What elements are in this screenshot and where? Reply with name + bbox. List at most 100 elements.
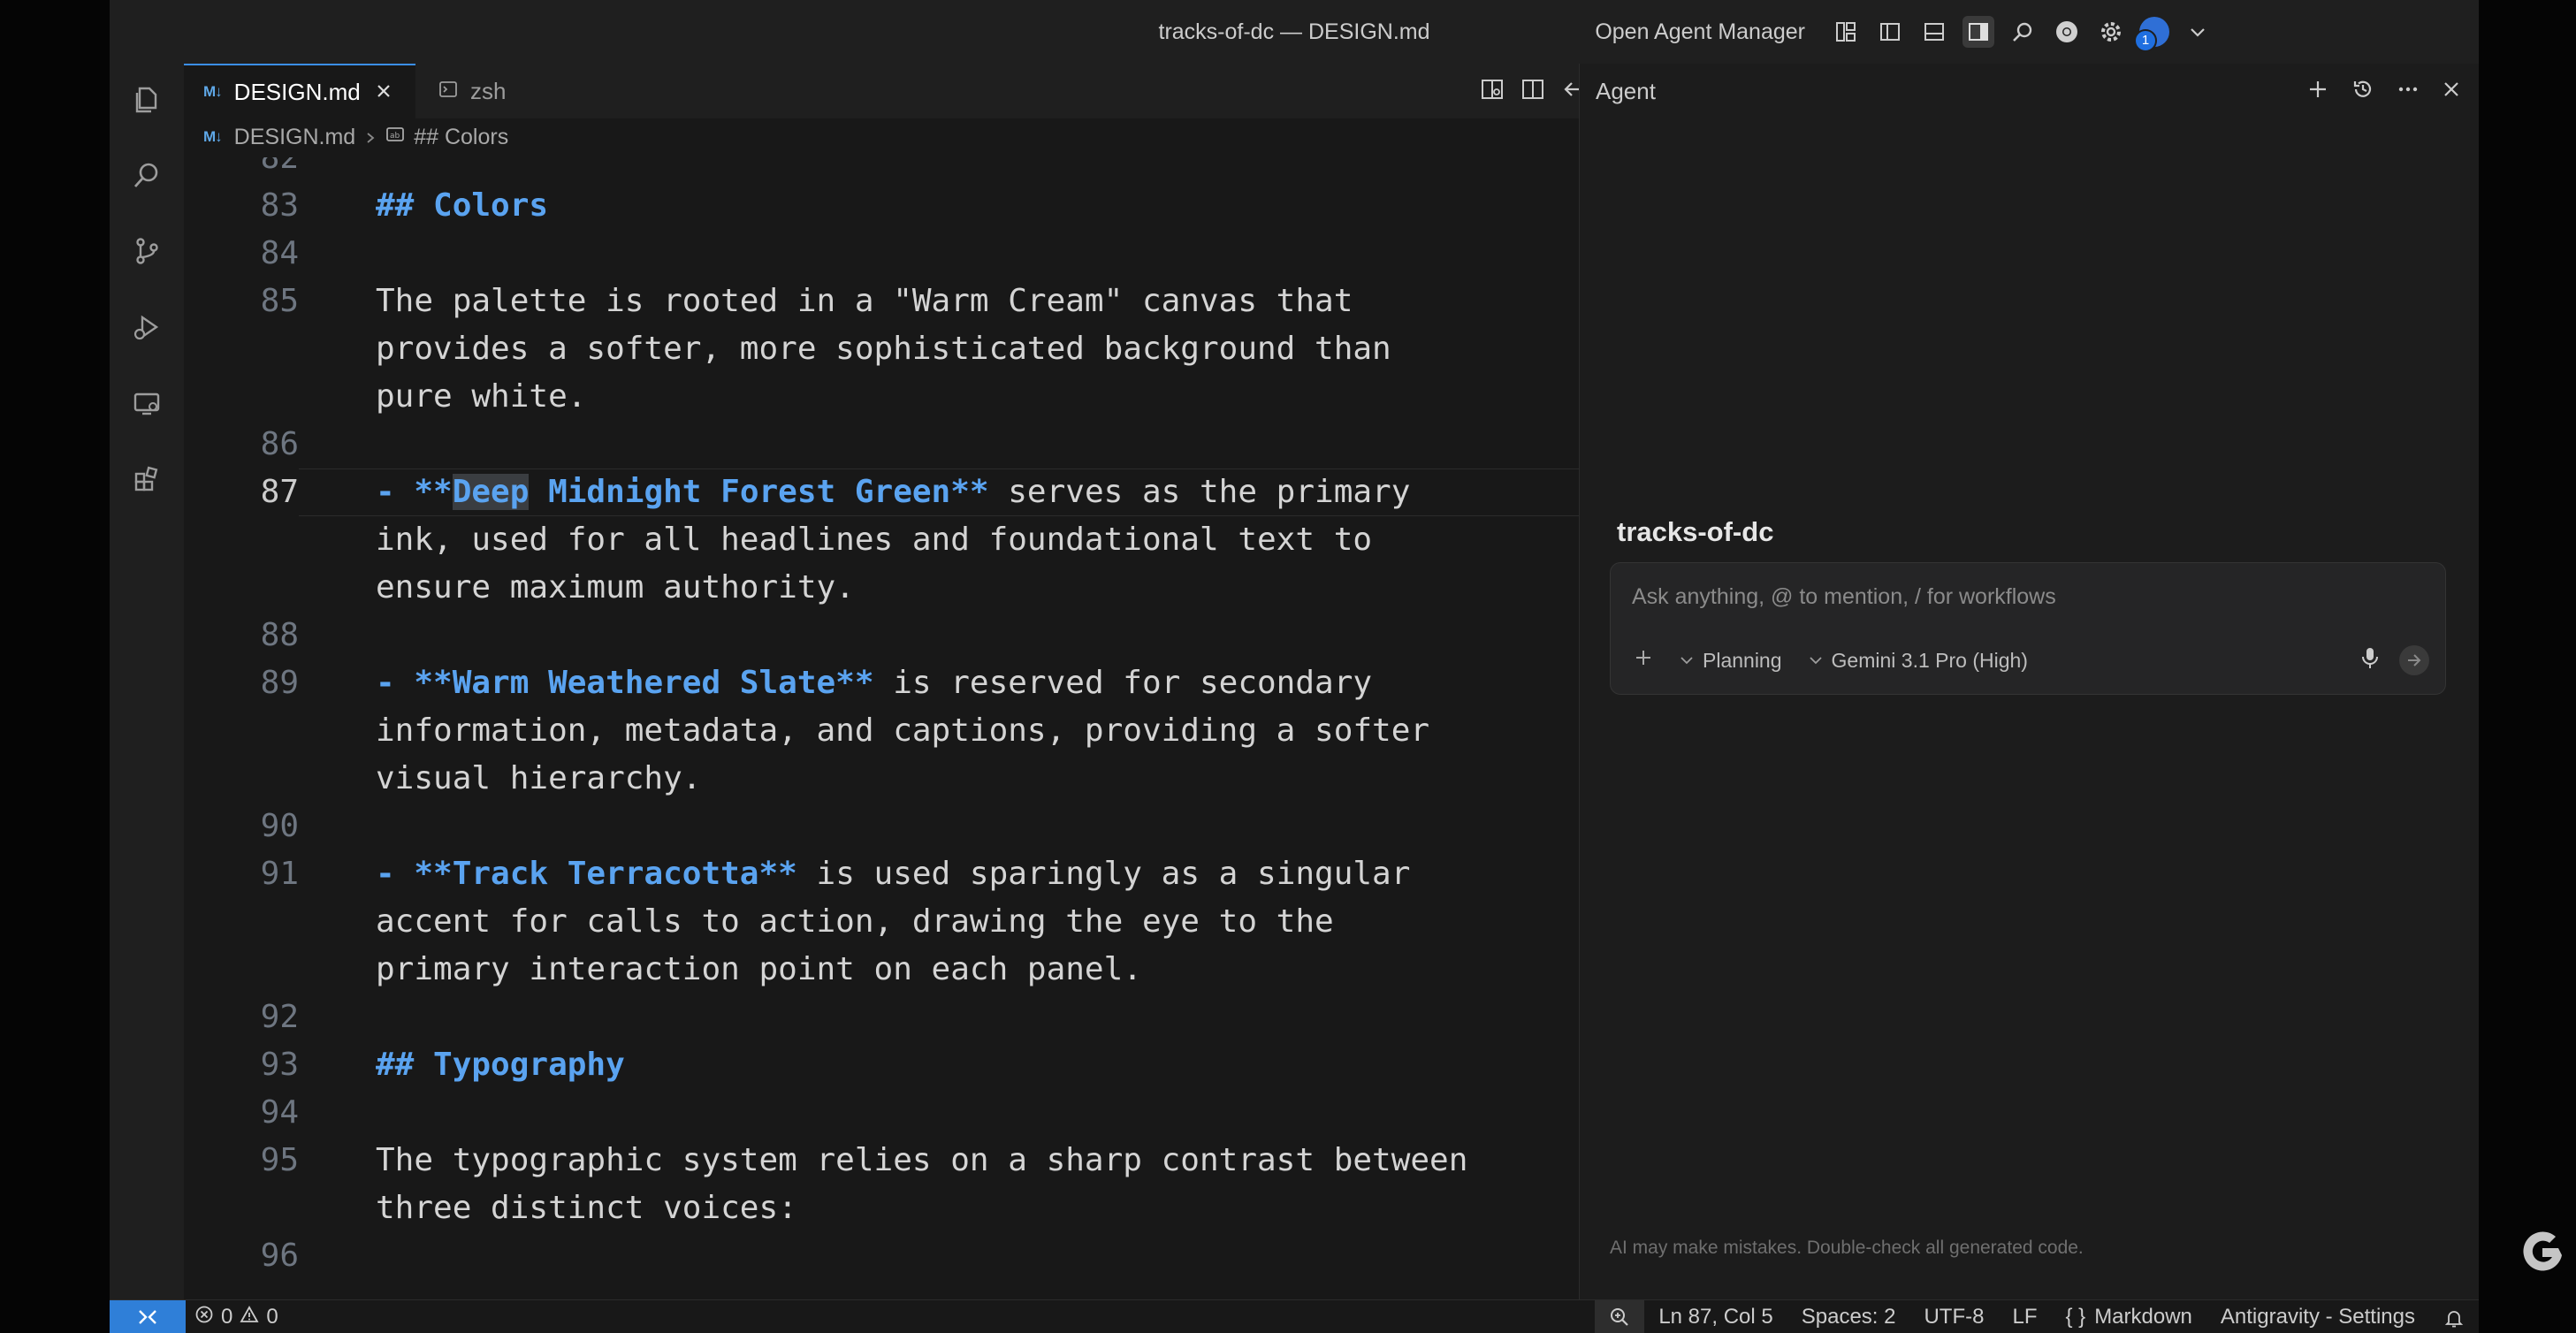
agent-prompt-box[interactable]: Ask anything, @ to mention, / for workfl… — [1610, 562, 2446, 695]
agent-panel-title: Agent — [1596, 77, 1656, 104]
tab-design-md[interactable]: M↓ DESIGN.md — [184, 64, 415, 118]
breadcrumb-section[interactable]: ## Colors — [414, 125, 508, 150]
agent-prompt-toolbar: Planning Gemini 3.1 Pro (High) — [1627, 643, 2429, 678]
send-button[interactable] — [2399, 645, 2429, 675]
mode-selector[interactable]: Planning — [1703, 649, 1782, 673]
search-icon[interactable] — [2007, 16, 2039, 48]
history-icon[interactable] — [2351, 78, 2374, 105]
braces-icon: { } — [2065, 1305, 2086, 1329]
bell-icon[interactable] — [2429, 1300, 2479, 1333]
google-logo-icon — [2516, 1229, 2569, 1282]
code-line-wrap: information, metadata, and captions, pro… — [376, 712, 1430, 749]
agent-panel: Agent tracks-of-dc Ask anything, @ to me… — [1579, 64, 2479, 1299]
remote-indicator[interactable] — [110, 1300, 186, 1333]
search-icon[interactable] — [126, 154, 168, 196]
code-text: serves as the primary — [988, 474, 1411, 510]
markdown-file-icon: M↓ — [203, 83, 223, 100]
line-number: 93 — [260, 1047, 299, 1083]
run-and-debug-icon[interactable] — [126, 306, 168, 348]
tab-label: DESIGN.md — [233, 78, 361, 105]
indentation[interactable]: Spaces: 2 — [1787, 1300, 1910, 1333]
chrome-icon[interactable] — [2051, 16, 2083, 48]
agent-prompt-input[interactable]: Ask anything, @ to mention, / for workfl… — [1632, 584, 2056, 610]
end-of-line[interactable]: LF — [1998, 1300, 2051, 1333]
editor-tab-bar: M↓ DESIGN.md zsh — [184, 64, 1687, 118]
chevron-down-icon[interactable] — [2182, 16, 2214, 48]
tab-zsh[interactable]: zsh — [415, 64, 619, 118]
toggle-primary-sidebar-icon[interactable] — [1874, 16, 1906, 48]
line-number: 96 — [260, 1238, 299, 1274]
zoom-icon[interactable] — [1595, 1300, 1645, 1333]
microphone-icon[interactable] — [2360, 645, 2380, 675]
symbol-string-icon: ab — [385, 125, 405, 150]
breadcrumb-file[interactable]: DESIGN.md — [234, 125, 356, 150]
code-editor[interactable]: 82 83 ## Colors 84 85 The palette is roo… — [184, 157, 1687, 1299]
warning-count: 0 — [266, 1305, 278, 1329]
chevron-down-icon — [1680, 649, 1694, 673]
markdown-heading: ## Colors — [376, 187, 549, 224]
source-control-icon[interactable] — [126, 230, 168, 272]
line-number: 89 — [260, 665, 299, 701]
terminal-icon — [438, 78, 458, 105]
layout-icon[interactable] — [1830, 16, 1862, 48]
line-number: 85 — [260, 283, 299, 319]
markdown-bullet: - ** — [376, 474, 453, 510]
open-preview-icon[interactable] — [1480, 77, 1505, 106]
markdown-bold: Track Terracotta** — [452, 856, 797, 892]
markdown-bold: Midnight Forest Green** — [529, 474, 989, 510]
settings-status[interactable]: Antigravity - Settings — [2206, 1300, 2429, 1333]
line-number: 95 — [260, 1142, 299, 1178]
markdown-bullet: - ** — [376, 665, 453, 701]
model-selector[interactable]: Gemini 3.1 Pro (High) — [1832, 649, 2028, 673]
remote-explorer-icon[interactable] — [126, 382, 168, 424]
more-actions-icon[interactable] — [2397, 79, 2419, 104]
avatar[interactable]: 1 — [2134, 17, 2169, 52]
toggle-panel-icon[interactable] — [1918, 16, 1950, 48]
agent-prompt-actions — [2360, 643, 2429, 678]
close-icon[interactable] — [2442, 80, 2461, 103]
error-icon — [194, 1305, 214, 1330]
code-line-wrap: ensure maximum authority. — [376, 569, 855, 606]
problems-indicator[interactable]: 0 0 — [194, 1300, 278, 1333]
line-number: 86 — [260, 426, 299, 462]
agent-panel-header: Agent — [1580, 64, 2479, 118]
title-bar: tracks-of-dc — DESIGN.md Open Agent Mana… — [110, 0, 2479, 64]
line-number: 94 — [260, 1094, 299, 1131]
error-count: 0 — [221, 1305, 233, 1329]
open-agent-manager-button[interactable]: Open Agent Manager — [1595, 19, 1805, 45]
code-line: - **Track Terracotta** is used sparingly… — [376, 850, 1649, 898]
chevron-right-icon — [364, 125, 377, 150]
explorer-icon[interactable] — [126, 78, 168, 120]
svg-text:ab: ab — [390, 132, 400, 141]
line-number: 83 — [260, 187, 299, 224]
line-number: 92 — [260, 999, 299, 1035]
add-context-icon[interactable] — [1634, 648, 1653, 673]
code-line: The palette is rooted in a "Warm Cream" … — [376, 283, 1353, 319]
app-window: tracks-of-dc — DESIGN.md Open Agent Mana… — [110, 0, 2479, 1333]
plus-icon[interactable] — [2307, 79, 2328, 104]
ai-disclaimer: AI may make mistakes. Double-check all g… — [1610, 1238, 2084, 1258]
cursor-position[interactable]: Ln 87, Col 5 — [1644, 1300, 1787, 1333]
chevron-down-icon — [1809, 649, 1823, 673]
status-bar: 0 0 Ln 87, Col 5 Spaces: 2 UTF-8 LF { } M… — [110, 1299, 2479, 1333]
code-line-current: - **Deep Midnight Forest Green** serves … — [376, 468, 1649, 516]
notification-count-badge: 1 — [2134, 29, 2157, 52]
gear-icon[interactable] — [2095, 16, 2127, 48]
markdown-bullet: - ** — [376, 856, 453, 892]
markdown-file-icon: M↓ — [203, 128, 223, 145]
extensions-icon[interactable] — [126, 458, 168, 500]
line-number: 84 — [260, 235, 299, 271]
code-line-wrap: visual hierarchy. — [376, 760, 702, 796]
line-number: 91 — [260, 856, 299, 892]
activity-bar — [110, 64, 184, 1299]
encoding[interactable]: UTF-8 — [1909, 1300, 1998, 1333]
line-number: 82 — [260, 157, 299, 176]
code-text: is reserved for secondary — [873, 665, 1373, 701]
toggle-secondary-sidebar-icon[interactable] — [1962, 16, 1994, 48]
language-mode[interactable]: { } Markdown — [2051, 1300, 2206, 1333]
split-editor-icon[interactable] — [1520, 77, 1545, 106]
close-icon[interactable] — [375, 79, 392, 106]
code-line-wrap: three distinct voices: — [376, 1190, 797, 1226]
code-line-wrap: ink, used for all headlines and foundati… — [376, 522, 1373, 558]
code-line: - **Warm Weathered Slate** is reserved f… — [376, 659, 1649, 707]
